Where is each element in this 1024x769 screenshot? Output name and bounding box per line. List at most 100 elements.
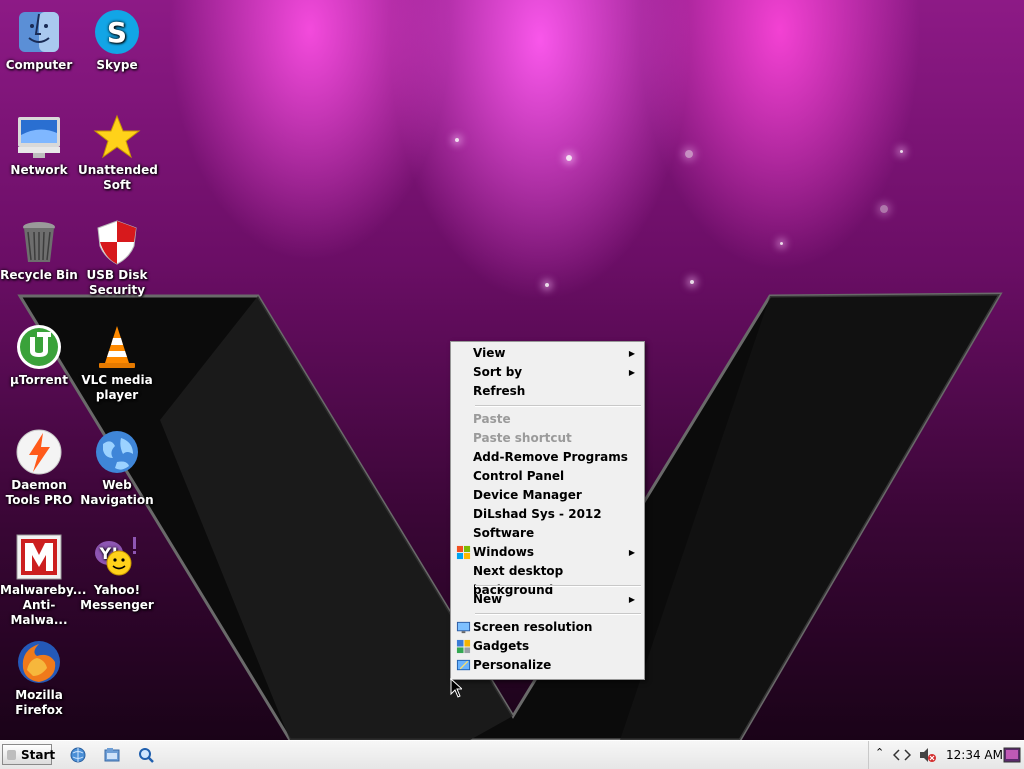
svg-text:S: S (107, 16, 127, 49)
desktop-icon-label: Yahoo! Messenger (80, 583, 154, 612)
desktop-icon-label: Skype (96, 58, 138, 72)
taskbar: Start ⌃ 12:34 AM (0, 740, 1024, 769)
menu-item-label: Sort by (473, 365, 523, 379)
menu-item-refresh[interactable]: Refresh (454, 382, 641, 401)
menu-item-device-manager[interactable]: Device Manager (454, 486, 641, 505)
desktop-preview-icon[interactable] (1003, 747, 1021, 763)
desktop-icon-network[interactable]: Network (0, 113, 78, 178)
show-hidden-icons-chevron[interactable]: ⌃ (875, 746, 884, 759)
start-orb-icon (7, 750, 16, 760)
desktop-icon-label: Unattended Soft (78, 163, 158, 192)
globe-icon (96, 431, 138, 473)
volume-muted-icon[interactable] (919, 747, 937, 763)
desktop[interactable]: Computer Network Recycle Bin µTorrent Da… (0, 0, 1024, 740)
desktop-icon-yahoo-messenger[interactable]: Y! Yahoo! Messenger (78, 533, 156, 613)
finder-computer-icon (19, 12, 59, 52)
shield-icon (97, 220, 137, 265)
menu-item-personalize[interactable]: Personalize (454, 656, 641, 675)
gadgets-icon (456, 639, 471, 654)
desktop-icon-label: Web Navigation (80, 478, 154, 507)
submenu-arrow-icon: ▶ (628, 368, 635, 377)
menu-item-add-remove-programs[interactable]: Add-Remove Programs (454, 448, 641, 467)
star-icon (93, 114, 141, 159)
utorrent-icon (17, 325, 61, 369)
menu-separator (475, 405, 641, 407)
mouse-pointer-icon (450, 678, 462, 698)
desktop-context-menu: View ▶ Sort by ▶ Refresh Paste Paste sho… (450, 341, 645, 680)
submenu-arrow-icon: ▶ (628, 548, 635, 557)
desktop-icon-computer[interactable]: Computer (0, 8, 78, 73)
menu-item-label: Software (473, 526, 535, 540)
windows-flag-icon (456, 545, 471, 560)
desktop-icon-usb-disk-security[interactable]: USB Disk Security (78, 218, 156, 298)
firefox-icon (18, 641, 60, 683)
menu-separator (475, 613, 641, 615)
yahoo-messenger-icon: Y! (95, 537, 136, 576)
sparkle (880, 205, 888, 213)
trash-can-icon (23, 222, 55, 262)
clock[interactable]: 12:34 AM (946, 741, 1003, 769)
sparkle (685, 150, 693, 158)
menu-item-label: New (473, 592, 503, 606)
menu-item-software[interactable]: Software (454, 524, 641, 543)
menu-item-control-panel[interactable]: Control Panel (454, 467, 641, 486)
menu-item-label: Device Manager (473, 488, 582, 502)
imac-network-icon (18, 117, 60, 158)
menu-item-label: Add-Remove Programs (473, 450, 628, 464)
desktop-icon-skype[interactable]: S Skype (78, 8, 156, 73)
desktop-icon-firefox[interactable]: Mozilla Firefox (0, 638, 78, 718)
menu-item-label: Personalize (473, 658, 552, 672)
desktop-icon-vlc[interactable]: VLC media player (78, 323, 156, 403)
menu-item-label: Refresh (473, 384, 526, 398)
menu-item-view[interactable]: View ▶ (454, 344, 641, 363)
menu-item-label: DiLshad Sys - 2012 (473, 507, 602, 521)
menu-item-label: Paste (473, 412, 511, 426)
menu-item-gadgets[interactable]: Gadgets (454, 637, 641, 656)
menu-item-label: View (473, 346, 506, 360)
desktop-icon-label: Recycle Bin (0, 268, 78, 282)
menu-item-label: Gadgets (473, 639, 530, 653)
browser-globe-icon[interactable] (70, 747, 86, 763)
menu-item-label: Windows (473, 545, 534, 559)
desktop-icon-label: VLC media player (81, 373, 153, 402)
desktop-icon-web-navigation[interactable]: Web Navigation (78, 428, 156, 508)
menu-item-sort-by[interactable]: Sort by ▶ (454, 363, 641, 382)
search-magnifier-icon[interactable] (138, 747, 154, 763)
desktop-icon-label: µTorrent (10, 373, 68, 387)
monitor-icon (456, 621, 471, 634)
sparkle (690, 280, 694, 284)
network-arrows-icon[interactable] (893, 748, 911, 762)
submenu-arrow-icon: ▶ (628, 595, 635, 604)
desktop-icon-label: Malwareby... Anti-Malwa... (0, 583, 87, 627)
lightning-bolt-icon (16, 429, 62, 475)
desktop-icon-label: Network (10, 163, 68, 177)
menu-item-dilshad-sys[interactable]: DiLshad Sys - 2012 (454, 505, 641, 524)
desktop-icon-daemon-tools[interactable]: Daemon Tools PRO (0, 428, 78, 508)
menu-item-label: Screen resolution (473, 620, 593, 634)
start-label: Start (21, 748, 56, 762)
menu-item-label: Control Panel (473, 469, 565, 483)
desktop-icon-malwarebytes[interactable]: Malwareby... Anti-Malwa... (0, 533, 87, 628)
start-button[interactable]: Start (2, 744, 56, 765)
personalize-icon (456, 659, 471, 671)
menu-item-new[interactable]: New ▶ (454, 590, 641, 609)
desktop-icon-utorrent[interactable]: µTorrent (0, 323, 78, 388)
folder-icon[interactable] (104, 747, 120, 763)
sparkle (900, 150, 903, 153)
sparkle (455, 138, 459, 142)
desktop-icon-recycle-bin[interactable]: Recycle Bin (0, 218, 78, 283)
menu-item-windows[interactable]: Windows ▶ (454, 543, 641, 562)
malwarebytes-icon (16, 534, 62, 580)
submenu-arrow-icon: ▶ (628, 349, 635, 358)
menu-item-next-desktop-background[interactable]: Next desktop background (454, 562, 641, 597)
sparkle (566, 155, 572, 161)
menu-item-screen-resolution[interactable]: Screen resolution (454, 618, 641, 637)
skype-icon: S (95, 10, 139, 54)
menu-separator (475, 585, 641, 587)
desktop-icon-label: Daemon Tools PRO (5, 478, 73, 507)
menu-item-paste-shortcut: Paste shortcut (454, 429, 641, 448)
desktop-icon-unattended-soft[interactable]: Unattended Soft (78, 113, 158, 193)
desktop-icon-label: USB Disk Security (86, 268, 148, 297)
desktop-icon-label: Mozilla Firefox (15, 688, 63, 717)
sparkle (545, 283, 549, 287)
